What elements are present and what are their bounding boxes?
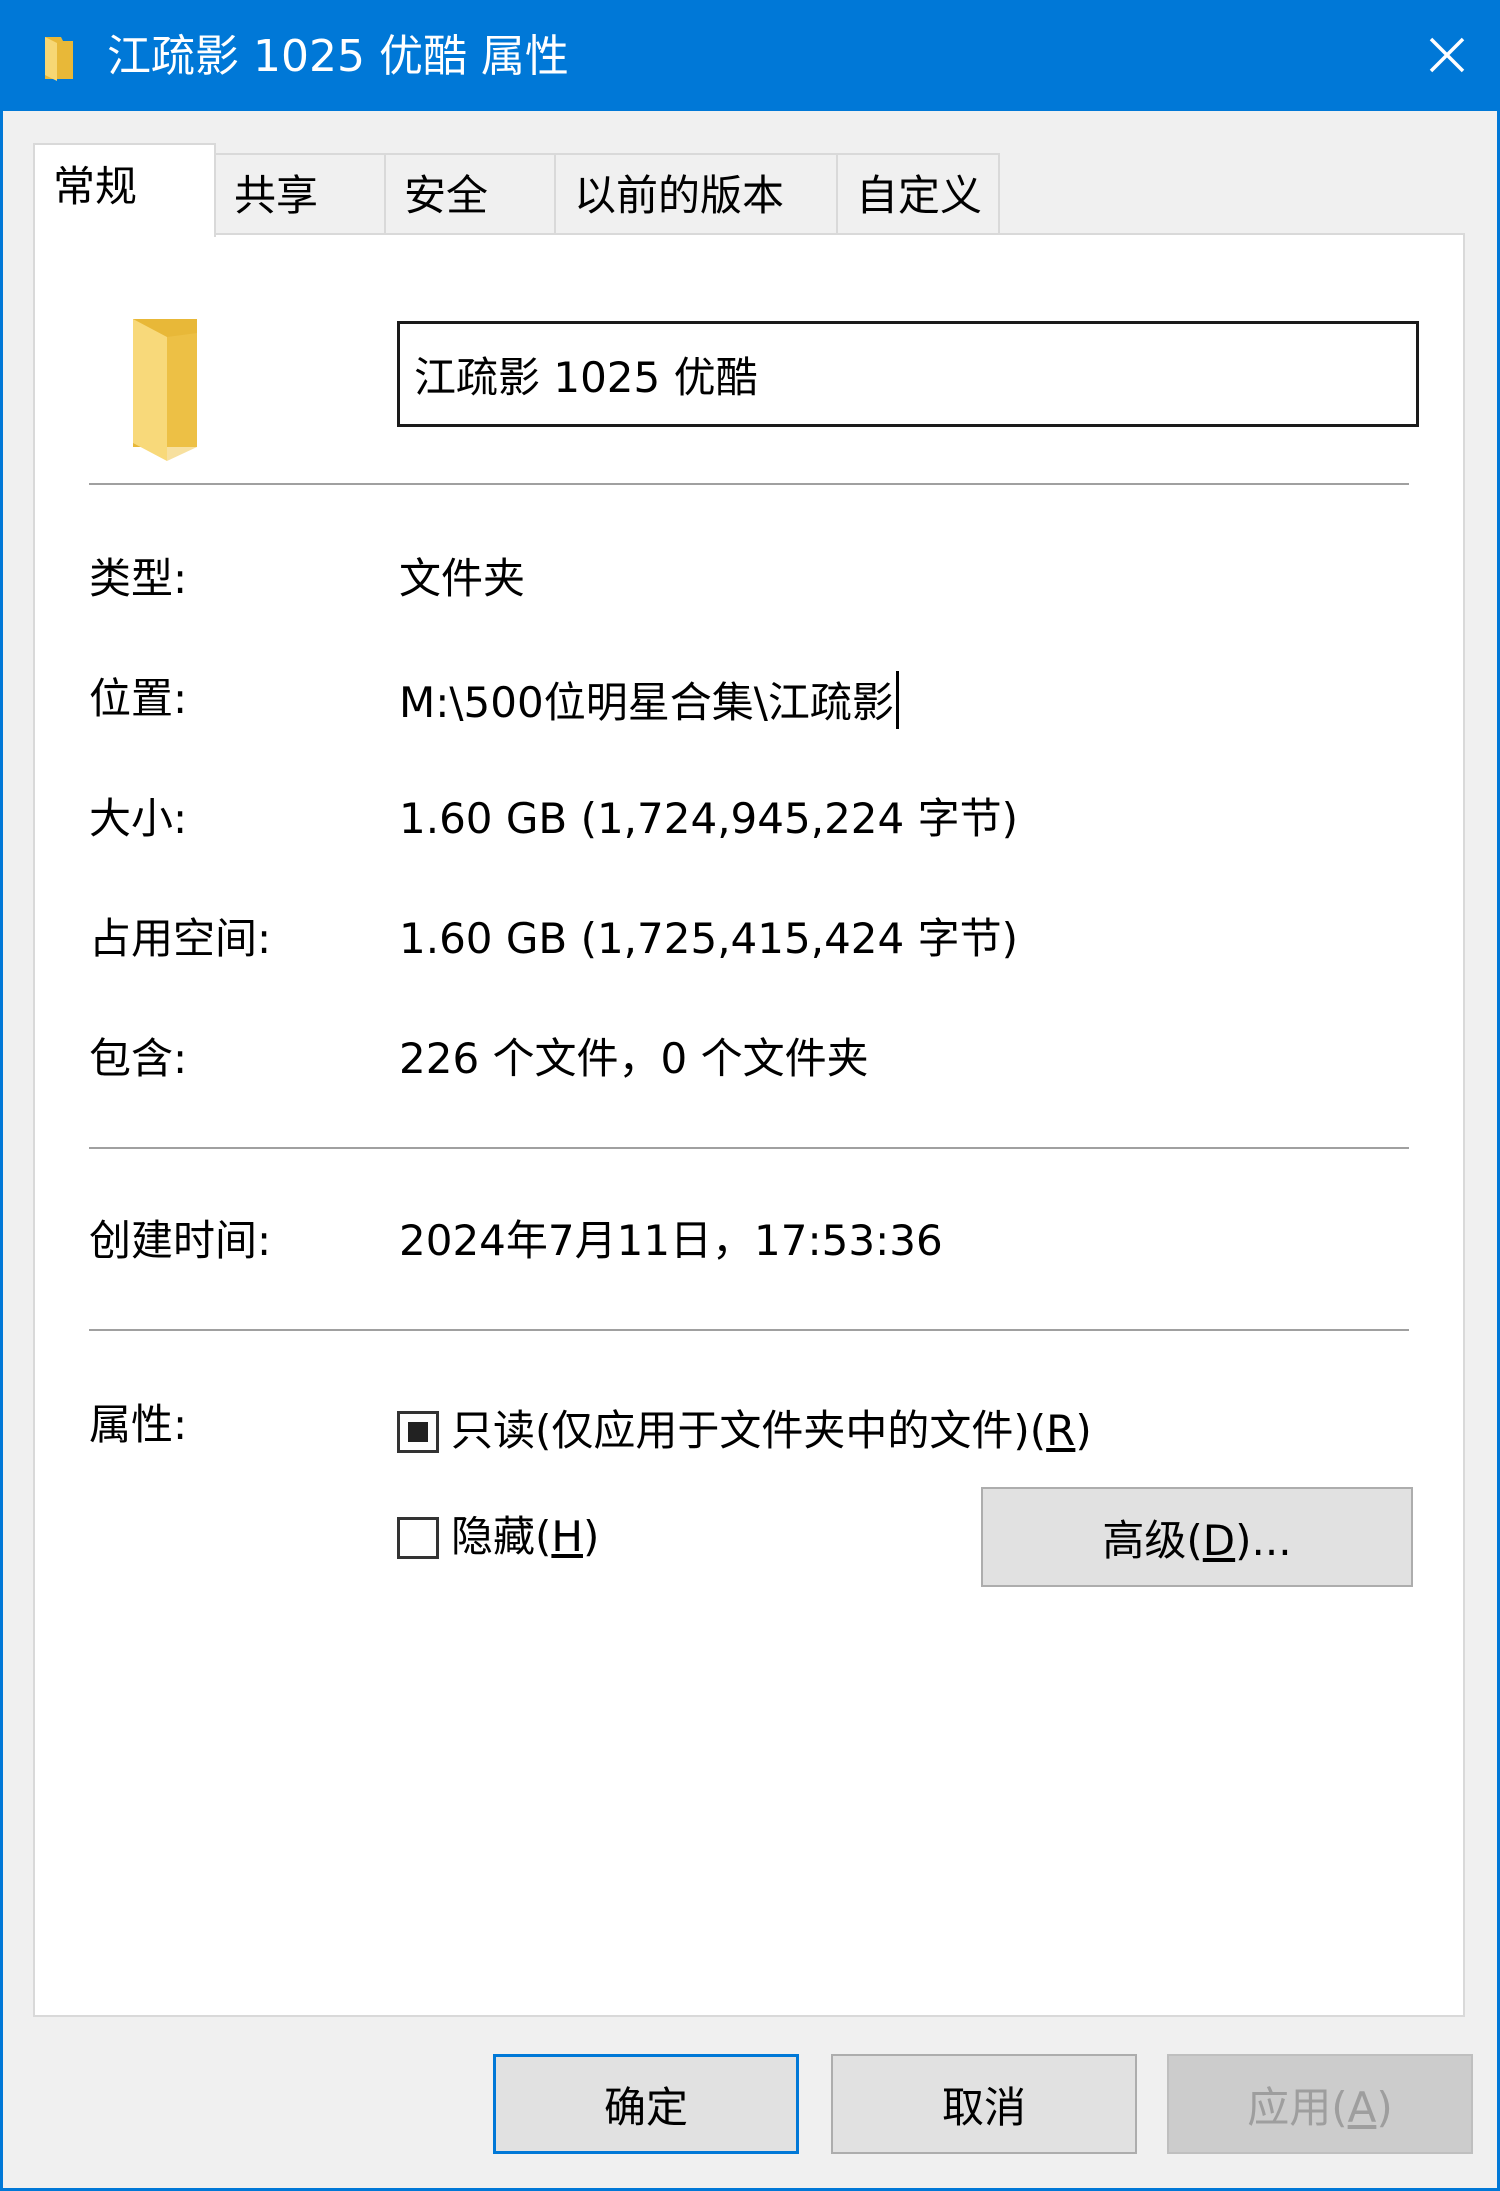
tab-previous-versions[interactable]: 以前的版本 <box>554 153 838 235</box>
properties-dialog: 江疏影 1025 优酷 属性 常规 共享 安全 以前的版本 自定义 类型: <box>0 0 1500 2191</box>
hidden-access-key: H <box>551 1512 583 1561</box>
apply-suffix: ) <box>1376 2082 1393 2132</box>
tab-security[interactable]: 安全 <box>384 153 556 235</box>
ok-button[interactable]: 确定 <box>493 2054 799 2154</box>
close-icon <box>1427 35 1467 79</box>
attributes-label: 属性: <box>89 1400 188 1449</box>
folder-name-input[interactable] <box>397 321 1419 427</box>
location-text: M:\500位明星合集\江疏影 <box>399 678 894 727</box>
readonly-access-key: R <box>1046 1406 1076 1455</box>
size-on-disk-label: 占用空间: <box>89 914 272 963</box>
size-label: 大小: <box>89 794 188 843</box>
folder-icon <box>105 311 215 461</box>
general-panel: 类型: 文件夹 位置: M:\500位明星合集\江疏影 大小: 1.60 GB … <box>33 233 1465 2017</box>
indeterminate-mark <box>408 1422 428 1442</box>
created-label: 创建时间: <box>89 1216 272 1265</box>
readonly-checkbox[interactable] <box>397 1411 439 1453</box>
size-on-disk-value[interactable]: 1.60 GB (1,725,415,424 字节) <box>399 911 1018 967</box>
size-value[interactable]: 1.60 GB (1,724,945,224 字节) <box>399 791 1018 847</box>
readonly-suffix: ) <box>1075 1406 1092 1455</box>
tab-customize[interactable]: 自定义 <box>836 153 1000 235</box>
hidden-suffix: ) <box>582 1512 600 1561</box>
close-button[interactable] <box>1397 3 1497 111</box>
tab-sharing[interactable]: 共享 <box>214 153 386 235</box>
contains-value[interactable]: 226 个文件，0 个文件夹 <box>399 1031 869 1087</box>
cancel-button[interactable]: 取消 <box>831 2054 1137 2154</box>
type-value[interactable]: 文件夹 <box>399 551 525 607</box>
readonly-text: 只读(仅应用于文件夹中的文件)( <box>451 1406 1047 1455</box>
tab-general[interactable]: 常规 <box>33 143 216 237</box>
window-title: 江疏影 1025 优酷 属性 <box>107 31 569 82</box>
hidden-label[interactable]: 隐藏(H) <box>451 1509 599 1565</box>
text-caret <box>895 671 899 729</box>
advanced-text: 高级( <box>1102 1515 1203 1565</box>
apply-button[interactable]: 应用(A) <box>1167 2054 1473 2154</box>
advanced-suffix: )... <box>1235 1515 1292 1565</box>
advanced-button[interactable]: 高级(D)... <box>981 1487 1413 1587</box>
title-bar[interactable]: 江疏影 1025 优酷 属性 <box>3 3 1497 111</box>
location-value[interactable]: M:\500位明星合集\江疏影 <box>399 671 899 731</box>
type-label: 类型: <box>89 554 188 603</box>
readonly-label[interactable]: 只读(仅应用于文件夹中的文件)(R) <box>451 1403 1092 1459</box>
created-value[interactable]: 2024年7月11日，17:53:36 <box>399 1213 943 1269</box>
hidden-text: 隐藏( <box>451 1512 552 1561</box>
apply-access-key: A <box>1347 2082 1377 2132</box>
apply-text: 应用( <box>1247 2082 1348 2132</box>
divider <box>89 1329 1409 1331</box>
advanced-access-key: D <box>1202 1515 1236 1565</box>
divider <box>89 483 1409 485</box>
folder-icon <box>41 35 77 81</box>
hidden-checkbox[interactable] <box>397 1517 439 1559</box>
contains-label: 包含: <box>89 1034 188 1083</box>
divider <box>89 1147 1409 1149</box>
location-label: 位置: <box>89 674 188 723</box>
